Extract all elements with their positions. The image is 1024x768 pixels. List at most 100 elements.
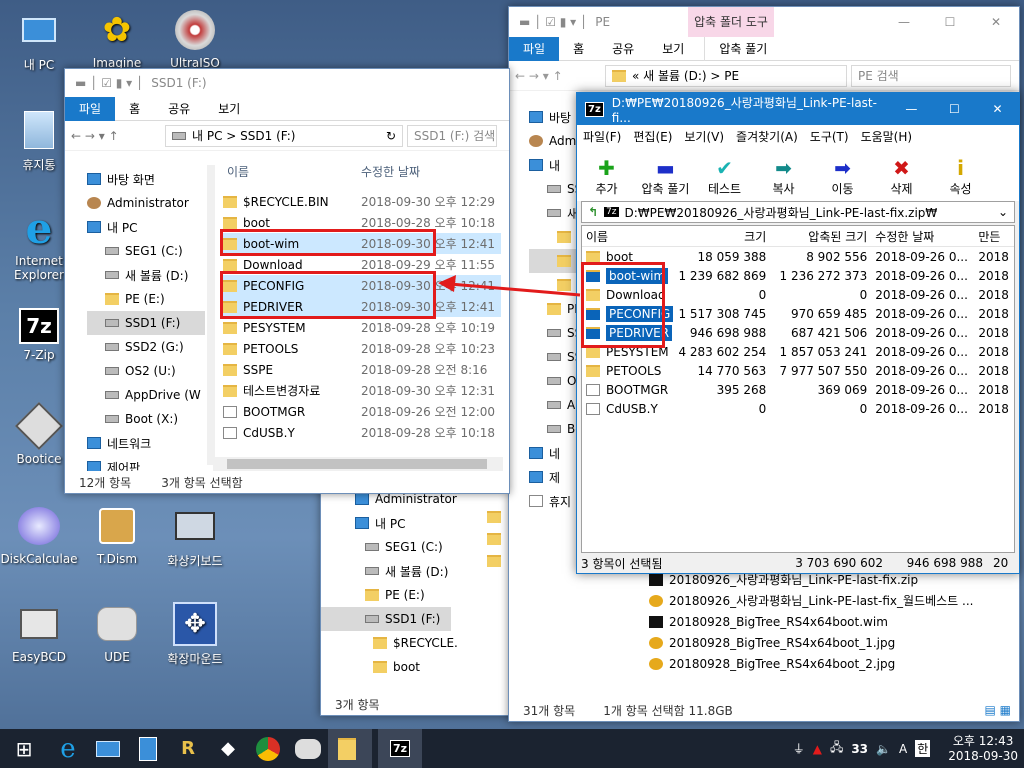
nav-item[interactable]: OS2 (U:) — [87, 359, 205, 383]
file-row[interactable]: PETOOLS 2018-09-28 오후 10:23 — [223, 338, 501, 359]
clock[interactable]: 오후 12:43 2018-09-30 — [948, 734, 1018, 764]
title-bar[interactable]: 7z D:₩PE₩20180926_사랑과평화님_Link-PE-last-fi… — [577, 93, 1019, 125]
list-item[interactable]: 20180926_사랑과평화님_Link-PE-last-fix_월드베스트 .… — [649, 590, 1021, 611]
nav-item[interactable]: Administrator — [87, 191, 205, 215]
desktop-icon-ude[interactable]: UDE — [78, 602, 156, 664]
column-header[interactable]: 압축된 크기 — [770, 228, 871, 245]
start-button[interactable]: ⊞ — [0, 729, 48, 768]
file-row[interactable]: CdUSB.Y 2018-09-28 오후 10:18 — [223, 422, 501, 443]
nav-item[interactable]: SSD1 (F:) — [87, 311, 205, 335]
column-header-name[interactable]: 이름 — [227, 163, 361, 180]
tab-view[interactable]: 보기 — [648, 37, 698, 61]
nav-item[interactable]: Bo — [529, 417, 579, 441]
explorer-window-back[interactable]: Administrator 내 PC SEG1 (C:) 새 볼륨 (D:) P… — [320, 470, 520, 716]
ime-indicator[interactable]: 한 — [915, 740, 931, 757]
resource-hacker-icon[interactable]: R — [168, 729, 208, 768]
nav-item[interactable]: AppDrive (W — [87, 383, 205, 407]
nav-item[interactable]: boot — [321, 655, 451, 679]
desktop-icon-my-pc[interactable]: 내 PC — [0, 8, 78, 73]
nav-item[interactable]: SS — [529, 321, 579, 345]
desktop-icon-imagine[interactable]: ✿ Imagine — [78, 8, 156, 70]
toolbar-button-copy-arrow[interactable]: ➡ 복사 — [754, 156, 813, 197]
nav-arrows[interactable]: ← → ▾ ↑ — [71, 129, 151, 143]
toolbar-button-check[interactable]: ✔ 테스트 — [695, 156, 754, 197]
explorer-taskbar-icon[interactable] — [328, 729, 372, 768]
nav-item[interactable]: 네트워크 — [87, 431, 205, 455]
close-button[interactable]: ✕ — [976, 102, 1019, 116]
file-row[interactable]: SSPE 2018-09-28 오전 8:16 — [223, 359, 501, 380]
nav-item[interactable]: $RECYCLE. — [321, 631, 458, 655]
bootice-icon[interactable]: ◆ — [208, 729, 248, 768]
search-box[interactable]: PE 검색 — [851, 64, 1011, 87]
nav-item[interactable]: 새 볼륨 (D:) — [87, 263, 205, 287]
archive-row[interactable]: BOOTMGR 395 268 369 069 2018-09-26 0... 2018 — [582, 380, 1014, 399]
menu-item[interactable]: 도구(T) — [804, 128, 855, 145]
column-header-date[interactable]: 수정한 날짜 — [361, 163, 420, 180]
tab-share[interactable]: 공유 — [598, 37, 648, 61]
minimize-button[interactable]: — — [881, 15, 927, 29]
nav-scrollbar[interactable] — [207, 165, 215, 465]
archive-row[interactable]: CdUSB.Y 0 0 2018-09-26 0... 2018 — [582, 399, 1014, 418]
title-bar[interactable]: ▬ │ ☑ ▮ ▾ │ PE 압축 폴더 도구 — ☐ ✕ — [509, 7, 1019, 37]
desktop-icon-tdism[interactable]: T.Dism — [78, 504, 156, 566]
tab-file[interactable]: 파일 — [509, 36, 560, 61]
nav-item[interactable]: SSD1 (F:) — [321, 607, 451, 631]
network-icon[interactable]: 🖧 — [830, 738, 843, 759]
nav-item[interactable]: 내 PC — [87, 215, 205, 239]
nav-item[interactable]: A — [529, 393, 579, 417]
ie-icon[interactable]: e — [48, 729, 88, 768]
nav-item[interactable]: SEG1 (C:) — [87, 239, 205, 263]
maximize-button[interactable]: ☐ — [927, 15, 973, 29]
list-item[interactable]: 20180928_BigTree_RS4x64boot_1.jpg — [649, 632, 1021, 653]
toolbar-button-delete[interactable]: ✖ 삭제 — [872, 156, 931, 197]
toolbar-button-minus[interactable]: ▬ 압축 풀기 — [636, 156, 695, 197]
tab-file[interactable]: 파일 — [65, 96, 116, 121]
volume-icon[interactable]: 🔈 — [876, 742, 891, 756]
nav-item[interactable]: PE (E:) — [321, 583, 451, 607]
tab-home[interactable]: 홈 — [559, 37, 598, 61]
desktop-icon-ultraiso[interactable]: UltraISO — [156, 8, 234, 70]
nav-item[interactable]: 바탕 — [529, 105, 579, 129]
tab-extract[interactable]: 압축 풀기 — [704, 36, 781, 61]
nav-item[interactable]: Boot (X:) — [87, 407, 205, 431]
nav-item[interactable]: O — [529, 369, 579, 393]
language-indicator[interactable]: A — [899, 742, 907, 756]
address-bar[interactable]: 내 PC > SSD1 (F:) ↻ — [165, 124, 403, 147]
list-item[interactable]: 20180928_BigTree_RS4x64boot.wim — [649, 611, 1021, 632]
close-button[interactable]: ✕ — [973, 15, 1019, 29]
archive-row[interactable]: PETOOLS 14 770 563 7 977 507 550 2018-09-26… — [582, 361, 1014, 380]
toolbar-button-plus[interactable]: ✚ 추가 — [577, 156, 636, 197]
file-row[interactable]: 테스트변경자료 2018-09-30 오후 12:31 — [223, 380, 501, 401]
nav-item[interactable]: SSD2 (G:) — [87, 335, 205, 359]
nav-item[interactable]: 네 — [529, 441, 579, 465]
nav-item[interactable]: Adm — [529, 129, 579, 153]
tab-home[interactable]: 홈 — [115, 97, 154, 121]
nav-item[interactable]: 바탕 화면 — [87, 167, 205, 191]
path-bar[interactable]: ↰ 7z D:₩PE₩20180926_사랑과평화님_Link-PE-last-… — [581, 201, 1015, 223]
file-row[interactable]: PESYSTEM 2018-09-28 오후 10:19 — [223, 317, 501, 338]
menu-item[interactable]: 편집(E) — [627, 128, 678, 145]
menu-item[interactable]: 보기(V) — [678, 128, 730, 145]
nav-item[interactable]: SS — [529, 345, 579, 369]
title-bar[interactable]: ▬ │ ☑ ▮ ▾ │ SSD1 (F:) — [65, 69, 509, 97]
usb-icon[interactable]: ⏚ — [793, 740, 805, 757]
minimize-button[interactable]: — — [890, 102, 933, 116]
desktop-icon-mount[interactable]: ✥ 확장마운트 — [156, 602, 234, 667]
ude-icon[interactable] — [288, 729, 328, 768]
nav-item[interactable]: 새 — [529, 201, 579, 225]
notepad-icon[interactable] — [128, 729, 168, 768]
maximize-button[interactable]: ☐ — [933, 102, 976, 116]
7zip-taskbar-icon[interactable]: 7z — [378, 729, 422, 768]
nav-item[interactable]: SEG1 (C:) — [321, 535, 451, 559]
list-item[interactable]: 20180928_BigTree_RS4x64boot_2.jpg — [649, 653, 1021, 674]
menu-item[interactable]: 즐겨찾기(A) — [730, 128, 804, 145]
column-header[interactable]: 만든 — [974, 228, 1014, 245]
nav-arrows[interactable]: ← → ▾ ↑ — [515, 69, 571, 83]
chrome-icon[interactable] — [248, 729, 288, 768]
nav-item[interactable]: 휴지 — [529, 489, 579, 513]
view-toggle-icons[interactable]: ▤ ▦ — [985, 703, 1012, 717]
nav-item[interactable]: SS — [529, 177, 579, 201]
tab-view[interactable]: 보기 — [204, 97, 254, 121]
tab-share[interactable]: 공유 — [154, 97, 204, 121]
nav-item[interactable] — [529, 225, 579, 249]
